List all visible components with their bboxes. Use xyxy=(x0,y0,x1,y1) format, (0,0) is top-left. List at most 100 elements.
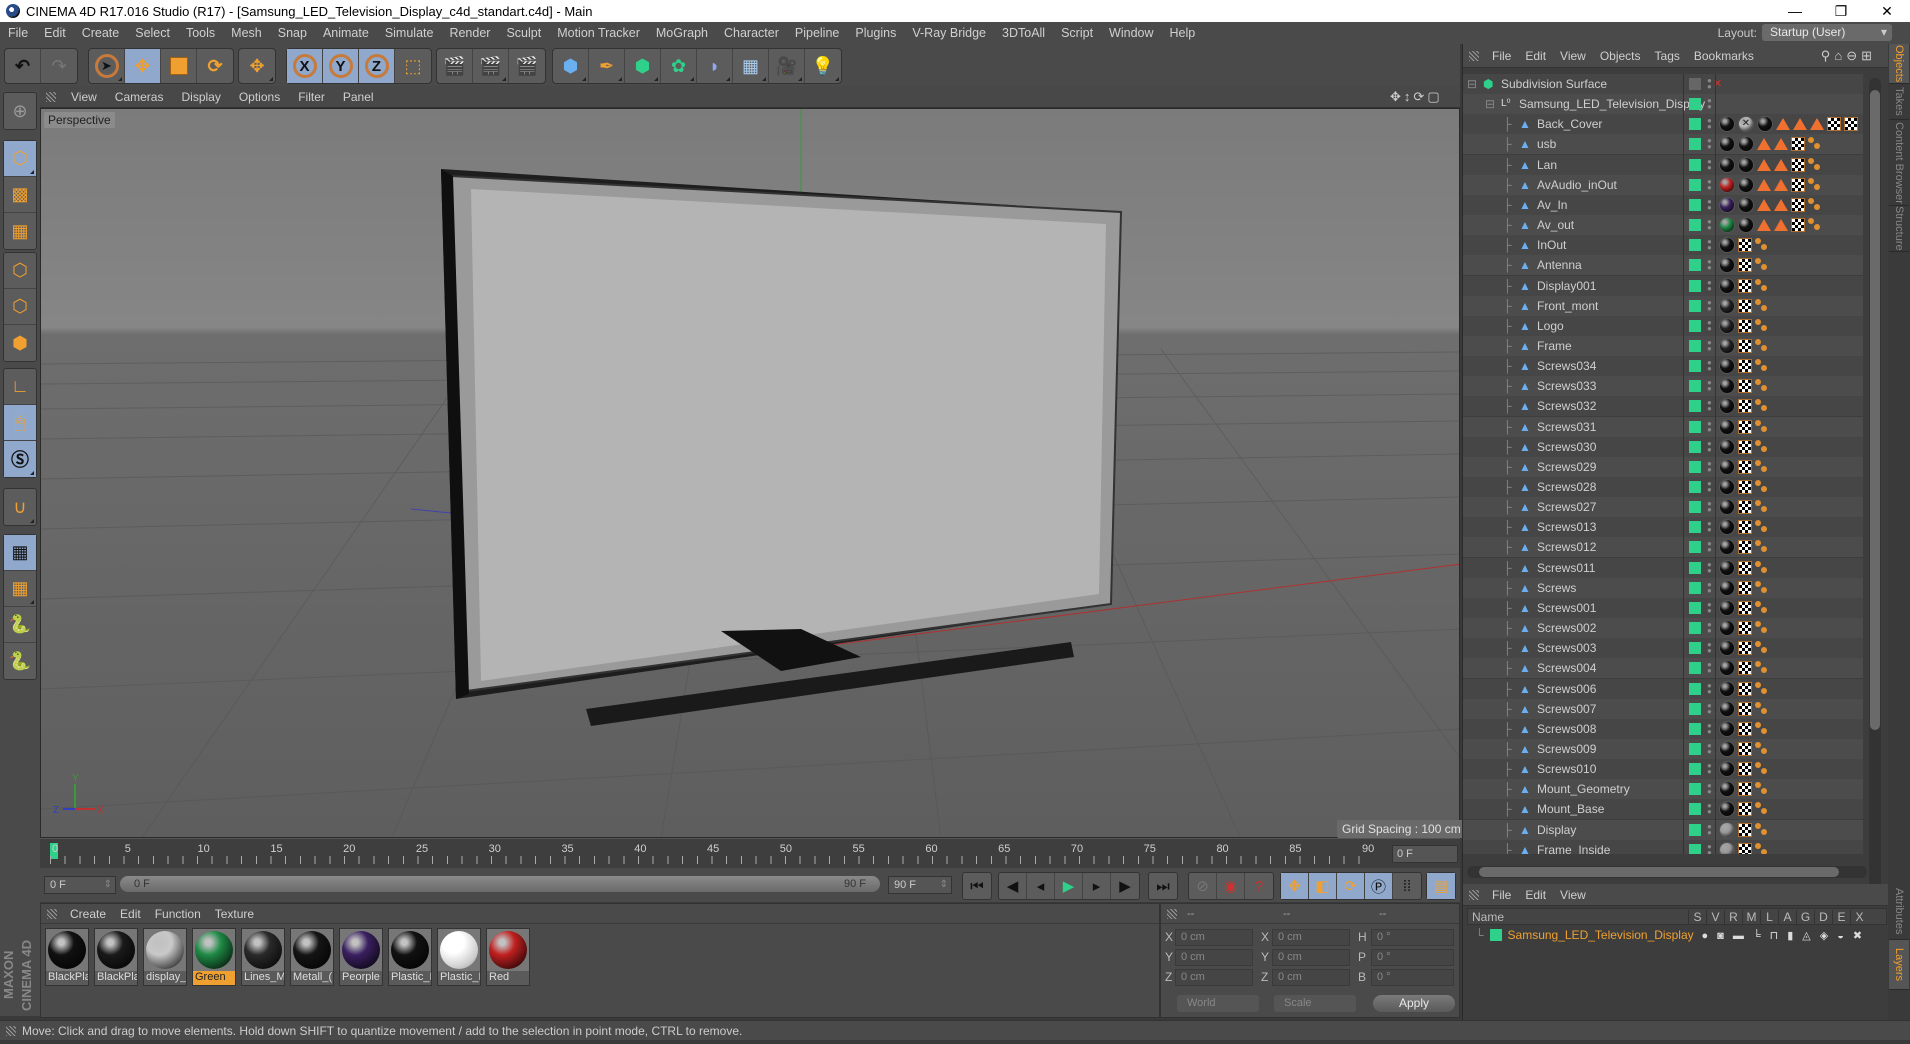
object-name[interactable]: Screws007 xyxy=(1537,702,1596,716)
material-tag-icon[interactable] xyxy=(1719,579,1735,596)
texture-tag-icon[interactable] xyxy=(1738,701,1752,716)
selection-tag-icon[interactable] xyxy=(1774,138,1788,151)
texture-tag-icon[interactable] xyxy=(1738,318,1752,333)
layer-color-swatch[interactable] xyxy=(1689,138,1701,151)
material-swatch[interactable]: display_ xyxy=(143,928,187,986)
object-row[interactable]: ├ ▲ Screws029 ● ● xyxy=(1463,456,1863,477)
object-row[interactable]: ├ ▲ Mount_Base ● ● xyxy=(1463,799,1863,820)
menu-character[interactable]: Character xyxy=(716,26,787,40)
go-to-start-button[interactable]: ⏮ xyxy=(963,873,991,899)
material-tag-icon[interactable] xyxy=(1719,781,1735,798)
tweak-mode-button[interactable]: 🖱 xyxy=(4,405,36,441)
object-name[interactable]: Mount_Geometry xyxy=(1537,782,1630,796)
selection-tag-icon[interactable] xyxy=(1757,178,1771,191)
points-mode-button[interactable]: ⬡ xyxy=(4,253,36,289)
uvw-tag-icon[interactable] xyxy=(1755,238,1769,252)
uvw-tag-icon[interactable] xyxy=(1808,157,1822,172)
uvw-tag-icon[interactable] xyxy=(1755,621,1769,635)
menu-snap[interactable]: Snap xyxy=(270,26,315,40)
texture-mode-button[interactable]: ▩ xyxy=(4,177,36,213)
visibility-dots[interactable]: ● ● xyxy=(1707,218,1712,232)
selection-tag-icon[interactable] xyxy=(1774,219,1788,232)
visibility-dots[interactable]: ● ● xyxy=(1707,822,1712,836)
python-button-2[interactable]: 🐍 xyxy=(4,643,36,679)
object-row[interactable]: ⊟ ⬢ Subdivision Surface ✕ ● ● xyxy=(1463,74,1863,94)
uvw-tag-icon[interactable] xyxy=(1755,540,1769,554)
object-row[interactable]: ├ ▲ Screws012 ● ● xyxy=(1463,537,1863,558)
texture-tag-icon[interactable] xyxy=(1738,419,1752,434)
selection-tag-icon[interactable] xyxy=(1774,178,1788,191)
deformer-button[interactable]: ◗ xyxy=(697,49,733,83)
layer-menu-view[interactable]: View xyxy=(1553,888,1593,902)
object-row[interactable]: ├ ▲ Screws030 ● ● xyxy=(1463,436,1863,457)
object-row[interactable]: ├ ▲ AvAudio_inOut ● ● xyxy=(1463,174,1863,195)
play-button[interactable]: ▶ xyxy=(1055,873,1083,899)
rotation-p-field[interactable]: 0 ° xyxy=(1371,949,1454,966)
material-tag-icon[interactable] xyxy=(1719,156,1735,173)
make-editable-button[interactable]: ⊕ xyxy=(4,93,36,129)
selection-tag-icon[interactable] xyxy=(1810,118,1824,131)
cloner-button[interactable]: ✿ xyxy=(661,49,697,83)
selection-tag-icon[interactable] xyxy=(1757,198,1771,211)
layer-color-swatch[interactable] xyxy=(1689,219,1701,232)
uvw-tag-icon[interactable] xyxy=(1755,741,1769,756)
material-swatch[interactable]: Peorple xyxy=(339,928,383,986)
apply-button[interactable]: Apply xyxy=(1373,995,1455,1012)
visibility-dots[interactable]: ● ● xyxy=(1707,621,1712,635)
uvw-tag-icon[interactable] xyxy=(1755,278,1769,293)
object-name[interactable]: Screws012 xyxy=(1537,540,1596,554)
object-name[interactable]: Display xyxy=(1537,823,1576,837)
timeline-ruler[interactable]: 0 F 0 5 10 15 20 25 30 35 40 45 50 55 60 65 70 75 80 85 90 xyxy=(40,838,1460,868)
material-swatch[interactable]: Green xyxy=(192,928,236,986)
object-name[interactable]: Screws006 xyxy=(1537,682,1596,696)
object-name[interactable]: Screws031 xyxy=(1537,420,1596,434)
texture-tag-icon[interactable] xyxy=(1738,520,1752,535)
uvw-tag-icon[interactable] xyxy=(1755,359,1769,373)
next-key-button[interactable]: ▶ xyxy=(1111,873,1139,899)
material-tag-icon[interactable] xyxy=(1719,277,1735,294)
visibility-dots[interactable]: ● ● xyxy=(1707,600,1712,614)
panel-grip[interactable] xyxy=(46,91,56,102)
material-tag-icon[interactable] xyxy=(1738,156,1754,173)
material-tag-icon[interactable] xyxy=(1719,539,1735,556)
object-name[interactable]: Screws034 xyxy=(1537,359,1596,373)
side-tab-structure[interactable]: Structure xyxy=(1889,206,1909,252)
texture-tag-icon[interactable] xyxy=(1791,177,1805,192)
texture-tag-icon[interactable] xyxy=(1738,681,1752,696)
material-tag-icon[interactable]: ✕ xyxy=(1738,116,1754,133)
layer-color-swatch[interactable] xyxy=(1689,158,1701,171)
render-settings-button[interactable]: 🎬 xyxy=(509,49,545,83)
object-row[interactable]: ├ ▲ Screws010 ● ● xyxy=(1463,759,1863,780)
layer-column-x[interactable]: X xyxy=(1850,909,1868,924)
texture-tag-icon[interactable] xyxy=(1738,560,1752,575)
eye-icon[interactable]: ⊖ xyxy=(1846,48,1861,63)
uvw-tag-icon[interactable] xyxy=(1755,782,1769,796)
material-tag-icon[interactable] xyxy=(1719,640,1735,657)
menu-select[interactable]: Select xyxy=(127,26,178,40)
layer-color-swatch[interactable] xyxy=(1689,662,1701,675)
unlock-icon[interactable]: ⊓ xyxy=(1770,930,1788,942)
visibility-dots[interactable]: ● ● xyxy=(1707,238,1712,252)
uvw-tag-icon[interactable] xyxy=(1755,641,1769,655)
restore-button[interactable]: ❐ xyxy=(1818,0,1864,22)
object-row[interactable]: ├ ▲ usb ● ● xyxy=(1463,134,1863,155)
object-row[interactable]: ├ ▲ Screws009 ● ● xyxy=(1463,738,1863,759)
selection-tag-icon[interactable] xyxy=(1776,118,1790,131)
tv-model[interactable] xyxy=(441,169,1123,726)
material-tag-icon[interactable] xyxy=(1719,196,1735,213)
layer-color-swatch[interactable] xyxy=(1689,460,1701,473)
material-tag-icon[interactable] xyxy=(1719,720,1735,737)
visibility-dots[interactable]: ● ● xyxy=(1707,117,1712,131)
visibility-dots[interactable]: ● ● xyxy=(1707,419,1712,433)
subdivision-button[interactable]: ⬢ xyxy=(625,49,661,83)
material-swatch[interactable]: BlackPla xyxy=(45,928,89,986)
layer-color-swatch[interactable] xyxy=(1689,722,1701,735)
object-list-hscroll[interactable] xyxy=(1467,866,1867,878)
layer-column-l[interactable]: L xyxy=(1760,909,1778,924)
menu-script[interactable]: Script xyxy=(1053,26,1101,40)
texture-tag-icon[interactable] xyxy=(1738,278,1752,293)
material-tag-icon[interactable] xyxy=(1719,479,1735,495)
material-swatch[interactable]: Plastic_F xyxy=(437,928,481,986)
object-name[interactable]: Screws011 xyxy=(1537,561,1595,575)
layer-color-swatch[interactable] xyxy=(1689,178,1701,191)
